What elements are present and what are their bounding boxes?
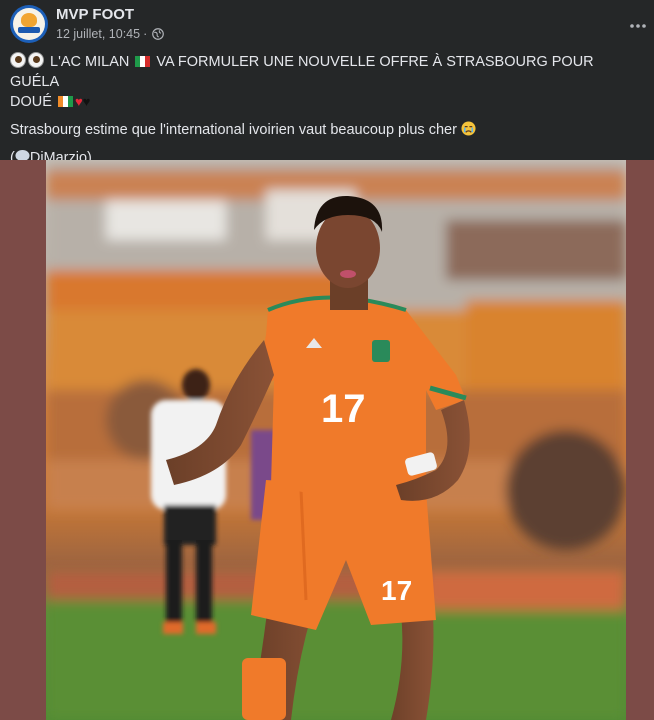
jersey-number: 17 bbox=[321, 387, 366, 431]
eye-emoji-icon bbox=[28, 52, 44, 68]
black-heart-icon: ♥ bbox=[82, 94, 91, 109]
mvp-foot-logo-icon bbox=[13, 8, 45, 40]
post-header: MVP FOOT 12 juillet, 10:45 · bbox=[0, 0, 654, 48]
post-body-text: Strasbourg estime que l'international iv… bbox=[10, 122, 457, 138]
red-heart-icon: ♥ bbox=[74, 94, 83, 109]
eye-emoji-icon bbox=[10, 52, 26, 68]
more-options-icon[interactable] bbox=[628, 12, 648, 32]
post-body: Strasbourg estime que l'international iv… bbox=[10, 120, 646, 140]
post-text: L'AC MILAN VA FORMULER UNE NOUVELLE OFFR… bbox=[10, 52, 646, 176]
post-meta: 12 juillet, 10:45 · bbox=[56, 27, 165, 41]
meta-separator: · bbox=[143, 27, 148, 41]
post-timestamp[interactable]: 12 juillet, 10:45 bbox=[56, 27, 140, 41]
page-name[interactable]: MVP FOOT bbox=[56, 6, 134, 23]
headline-line2: DOUÉ bbox=[10, 94, 52, 110]
post-photo[interactable]: 17 17 bbox=[46, 160, 626, 720]
italy-flag-icon bbox=[135, 56, 151, 67]
globe-icon bbox=[152, 28, 165, 40]
page-avatar[interactable] bbox=[10, 5, 48, 43]
headline-main: L'AC MILAN bbox=[50, 54, 130, 70]
ivory-coast-flag-icon bbox=[57, 96, 73, 107]
crying-face-icon bbox=[461, 121, 476, 136]
shorts-number: 17 bbox=[381, 575, 412, 606]
post-photo-frame[interactable]: 17 17 bbox=[0, 160, 654, 720]
post-headline: L'AC MILAN VA FORMULER UNE NOUVELLE OFFR… bbox=[10, 52, 646, 112]
